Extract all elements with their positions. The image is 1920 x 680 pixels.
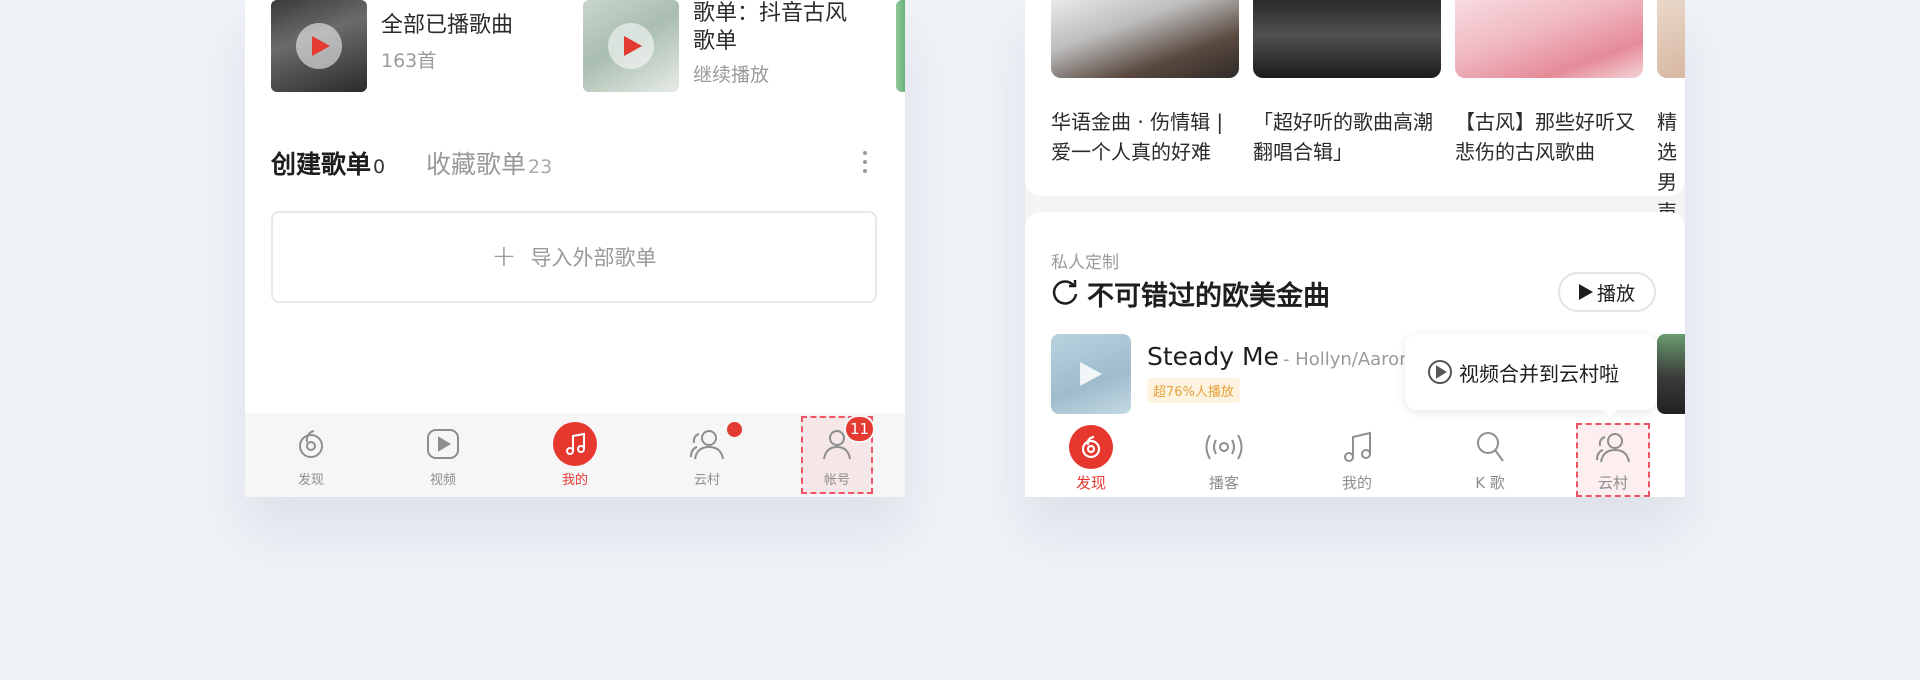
play-all-button[interactable]: 播放 [1558, 272, 1656, 312]
mic-icon [1440, 426, 1540, 468]
playlist-cover-partial [896, 0, 905, 92]
playlist-cover-record[interactable] [1051, 0, 1239, 78]
playlist-caption[interactable]: 华语金曲 · 伤情辑 | 爱一个人真的好难 [1051, 107, 1241, 167]
playlist-caption[interactable]: 「超好听的歌曲高潮翻唱合辑」 [1253, 107, 1443, 167]
playlist-cover [271, 0, 367, 92]
play-icon[interactable] [296, 23, 342, 69]
nav-label: 我的 [561, 473, 588, 488]
play-icon [1578, 284, 1593, 300]
recommend-playlists-card: 华语金曲 · 伤情辑 | 爱一个人真的好难 「超好听的歌曲高潮翻唱合辑」 【古风… [1025, 0, 1685, 224]
playlist-card-history[interactable]: 全部已播歌曲 163首 [271, 0, 513, 92]
playlist-subtitle: 继续播放 [693, 64, 770, 86]
playlist-cover [583, 0, 679, 92]
plus-icon: + [491, 239, 517, 274]
right-phone-screen: 华语金曲 · 伤情辑 | 爱一个人真的好难 「超好听的歌曲高潮翻唱合辑」 【古风… [1025, 0, 1685, 497]
nav-label: 发现 [297, 473, 324, 488]
nav-item-community[interactable]: 云村 [1563, 426, 1663, 493]
nav-label: 我的 [1341, 474, 1372, 492]
nav-label: 云村 [693, 473, 720, 488]
left-phone-screen: 全部已播歌曲 163首 歌单：抖音古风歌单 继续播放 创建歌单 0 收藏歌单 23 … [245, 0, 905, 497]
music-note-icon [553, 422, 597, 466]
nav-label: 发现 [1075, 474, 1106, 492]
play-icon[interactable] [608, 23, 654, 69]
playlist-caption[interactable]: 【古风】那些好听又悲伤的古风歌曲 [1455, 107, 1645, 167]
nav-item-mine[interactable]: 我的 [530, 422, 620, 488]
import-playlist-button[interactable]: + 导入外部歌单 [271, 211, 877, 303]
nav-item-discover[interactable]: 发现 [266, 423, 356, 488]
tab-created-playlists[interactable]: 创建歌单 0 [271, 145, 385, 181]
podcast-icon [1174, 426, 1274, 468]
refresh-icon[interactable] [1051, 278, 1079, 310]
tab-collected-playlists[interactable]: 收藏歌单 23 [426, 145, 552, 181]
play-rate-tag: 超76%人播放 [1147, 378, 1240, 403]
song-cover[interactable] [1051, 334, 1131, 414]
song-artist: - Hollyn/Aaron [1282, 349, 1411, 370]
nav-label: 视频 [429, 473, 456, 488]
bottom-nav: 发现 视频 我的 云村 帐号 11 [245, 413, 905, 497]
nav-item-mine[interactable]: 我的 [1307, 426, 1407, 493]
nav-label: 播客 [1208, 474, 1239, 492]
music-note-icon [1307, 426, 1407, 468]
video-icon [398, 423, 488, 465]
section-label: 私人定制 [1051, 253, 1119, 273]
friends-icon [1563, 426, 1663, 468]
nav-item-video[interactable]: 视频 [398, 423, 488, 488]
tooltip-text: 视频合并到云村啦 [1459, 361, 1619, 386]
video-icon [1428, 360, 1452, 384]
song-cover-partial[interactable] [1657, 334, 1685, 414]
play-icon [1080, 362, 1102, 386]
playlist-cover-partial[interactable] [1657, 0, 1685, 78]
song-title: Steady Me [1147, 342, 1279, 371]
discover-icon [1069, 425, 1113, 469]
playlist-cover-portrait[interactable] [1253, 0, 1441, 78]
account-badge: 11 [844, 415, 876, 443]
playlist-title: 全部已播歌曲 [381, 13, 514, 38]
playlist-cover-guofeng[interactable] [1455, 0, 1643, 78]
video-merge-tooltip[interactable]: 视频合并到云村啦 [1405, 334, 1657, 410]
playlist-card-continue[interactable]: 歌单：抖音古风歌单 继续播放 [583, 0, 863, 92]
more-icon[interactable] [863, 151, 869, 178]
nav-label: 云村 [1597, 474, 1628, 492]
import-label: 导入外部歌单 [530, 246, 657, 270]
playlist-caption[interactable]: 精选男声 [1657, 107, 1685, 227]
discover-icon [266, 423, 356, 465]
nav-item-karaoke[interactable]: K 歌 [1440, 426, 1540, 493]
nav-label: 帐号 [823, 473, 850, 488]
playlist-tabs: 创建歌单 0 收藏歌单 23 [271, 145, 879, 181]
nav-label: K 歌 [1475, 474, 1505, 492]
nav-item-discover[interactable]: 发现 [1041, 425, 1141, 493]
tooltip-arrow [1601, 408, 1619, 417]
playlist-title: 歌单：抖音古风歌单 [693, 1, 848, 54]
nav-item-podcast[interactable]: 播客 [1174, 426, 1274, 493]
playlist-subtitle: 163首 [381, 50, 437, 72]
bottom-nav: 发现 播客 我的 K 歌 云村 [1025, 418, 1685, 497]
song-row[interactable]: Steady Me - Hollyn/Aaron [1147, 342, 1411, 371]
notification-dot [727, 422, 742, 437]
section-title: 不可错过的欧美金曲 [1087, 281, 1330, 312]
